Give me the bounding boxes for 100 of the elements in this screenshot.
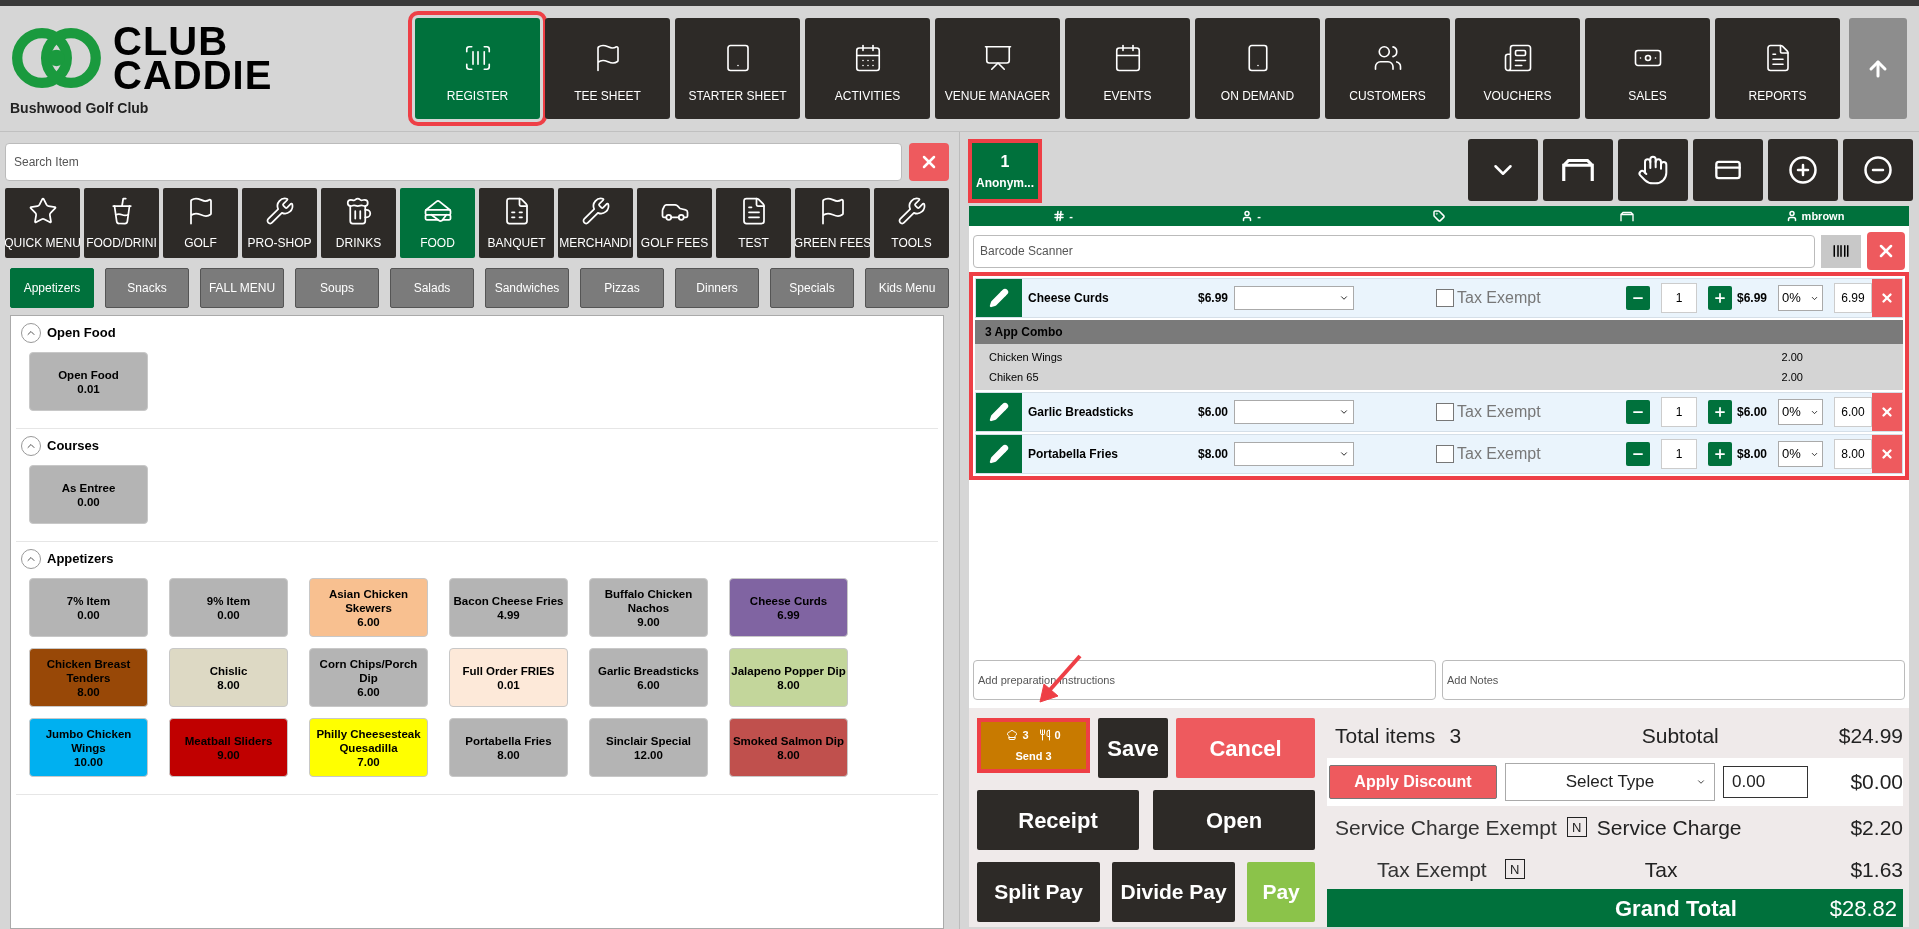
menu-item-tile[interactable]: Smoked Salmon Dip 8.00 [729,718,848,777]
customer-tab[interactable]: 1 Anonym... [968,139,1042,203]
delete-button[interactable] [1872,279,1902,317]
menu-item-tile[interactable]: Buffalo Chicken Nachos 9.00 [589,578,708,637]
modifier-select[interactable] [1234,442,1354,466]
card-button[interactable] [1693,139,1763,201]
nav-button[interactable]: VOUCHERS [1455,18,1580,119]
nav-button[interactable]: REPORTS [1715,18,1840,119]
delete-button[interactable] [1872,435,1902,473]
category-tile[interactable]: PRO-SHOP [242,188,317,258]
menu-item-tile[interactable]: Philly Cheesesteak Quesadilla 7.00 [309,718,428,777]
add-button[interactable] [1768,139,1838,201]
menu-item-tile[interactable]: Cheese Curds 6.99 [729,578,848,637]
quantity-field[interactable]: 1 [1661,283,1697,313]
category-tile[interactable]: BANQUET [479,188,554,258]
subcategory-tab[interactable]: Specials [770,268,854,308]
increase-button[interactable] [1708,400,1732,424]
menu-item-tile[interactable]: Sinclair Special 12.00 [589,718,708,777]
menu-item-tile[interactable]: Jumbo Chicken Wings 10.00 [29,718,148,777]
discount-select[interactable]: 0% [1778,441,1823,467]
category-tile[interactable]: GREEN FEES [795,188,870,258]
menu-item-tile[interactable]: Portabella Fries 8.00 [449,718,568,777]
edit-button[interactable] [976,435,1022,473]
menu-item-tile[interactable]: Corn Chips/Porch Dip 6.00 [309,648,428,707]
menu-item-tile[interactable]: Full Order FRIES 0.01 [449,648,568,707]
menu-item-tile[interactable]: Garlic Breadsticks 6.00 [589,648,708,707]
table-button[interactable] [1543,139,1613,201]
discount-value-field[interactable]: 0.00 [1723,765,1808,798]
nav-button[interactable]: TEE SHEET [545,18,670,119]
receipt-button[interactable]: Receipt [977,790,1139,850]
edit-button[interactable] [976,279,1022,317]
delete-button[interactable] [1872,393,1902,431]
category-tile[interactable]: TEST [716,188,791,258]
category-tile[interactable]: MERCHANDI [558,188,633,258]
category-tile[interactable]: QUICK MENU [5,188,80,258]
subcategory-tab[interactable]: Pizzas [580,268,664,308]
touch-button[interactable] [1618,139,1688,201]
barcode-button[interactable] [1821,234,1861,268]
split-pay-button[interactable]: Split Pay [977,862,1101,922]
nav-button[interactable]: SALES [1585,18,1710,119]
category-tile[interactable]: GOLF FEES [637,188,712,258]
amount-field[interactable]: 6.99 [1834,283,1872,313]
remove-button[interactable] [1843,139,1913,201]
category-tile[interactable]: FOOD/DRINI [84,188,159,258]
save-button[interactable]: Save [1098,718,1168,778]
menu-item-tile[interactable]: 7% Item 0.00 [29,578,148,637]
menu-item-tile[interactable]: Asian Chicken Skewers 6.00 [309,578,428,637]
modifier-select[interactable] [1234,286,1354,310]
barcode-field[interactable]: Barcode Scanner [973,234,1815,268]
increase-button[interactable] [1708,442,1732,466]
nav-button[interactable]: CUSTOMERS [1325,18,1450,119]
subcategory-tab[interactable]: Soups [295,268,379,308]
menu-item-tile[interactable]: As Entree 0.00 [29,465,148,524]
nav-button[interactable]: VENUE MANAGER [935,18,1060,119]
combo-item-amount: 2.00 [1781,369,1803,385]
clear-search-button[interactable] [909,143,949,181]
subcategory-tab[interactable]: Salads [390,268,474,308]
category-tile[interactable]: GOLF [163,188,238,258]
discount-select[interactable]: 0% [1778,399,1823,425]
quantity-field[interactable]: 1 [1661,439,1697,469]
clear-barcode-button[interactable] [1867,232,1905,270]
tax-exempt-checkbox[interactable] [1436,289,1454,307]
category-tile[interactable]: DRINKS [321,188,396,258]
subcategory-tab[interactable]: Kids Menu [865,268,949,308]
subcategory-tab[interactable]: Sandwiches [485,268,569,308]
menu-item-tile[interactable]: 9% Item 0.00 [169,578,288,637]
subcategory-tab[interactable]: FALL MENU [200,268,284,308]
subcategory-tab[interactable]: Dinners [675,268,759,308]
nav-button[interactable]: EVENTS [1065,18,1190,119]
notes-field[interactable]: Add Notes [1442,660,1905,700]
modifier-select[interactable] [1234,400,1354,424]
increase-button[interactable] [1708,286,1732,310]
tax-exempt-toggle[interactable]: N [1504,859,1525,880]
menu-item-tile[interactable]: Chislic 8.00 [169,648,288,707]
preparation-field[interactable]: Add preparation instructions [973,660,1436,700]
decrease-button[interactable] [1626,400,1650,424]
discount-type-select[interactable]: Select Type [1505,762,1715,801]
menu-item-tile[interactable]: Jalapeno Popper Dip 8.00 [729,648,848,707]
quantity-field[interactable]: 1 [1661,397,1697,427]
service-exempt-toggle[interactable]: N [1566,817,1587,838]
open-button[interactable]: Open [1153,790,1315,850]
nav-button[interactable]: STARTER SHEET [675,18,800,119]
divide-pay-button[interactable]: Divide Pay [1112,862,1236,922]
amount-field[interactable]: 6.00 [1834,397,1872,427]
search-field[interactable]: Search Item [5,143,902,181]
decrease-button[interactable] [1626,442,1650,466]
category-tile[interactable]: TOOLS [874,188,949,258]
edit-button[interactable] [976,393,1022,431]
decrease-button[interactable] [1626,286,1650,310]
amount-field[interactable]: 8.00 [1834,439,1872,469]
subcategory-tab[interactable]: Snacks [105,268,189,308]
menu-item-tile[interactable]: Bacon Cheese Fries 4.99 [449,578,568,637]
nav-button[interactable]: ACTIVITIES [805,18,930,119]
tax-exempt-checkbox[interactable] [1436,403,1454,421]
discount-select[interactable]: 0% [1778,285,1823,311]
subcategory-tab[interactable]: Appetizers [10,268,94,308]
nav-button[interactable]: ON DEMAND [1195,18,1320,119]
category-tile[interactable]: FOOD [400,188,475,258]
menu-item-tile[interactable]: Open Food 0.01 [29,352,148,411]
tax-exempt-checkbox[interactable] [1436,445,1454,463]
